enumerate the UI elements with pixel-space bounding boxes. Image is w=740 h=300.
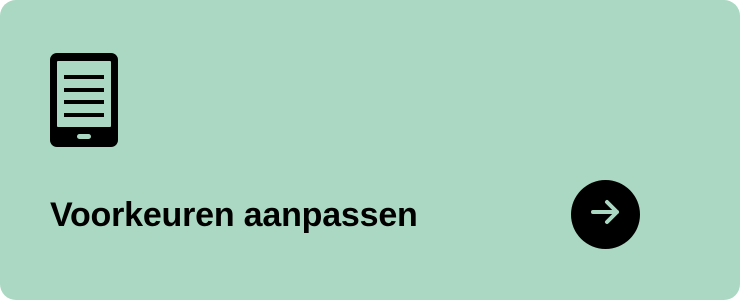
arrow-button[interactable]	[571, 180, 640, 249]
arrow-right-icon	[589, 195, 623, 234]
preferences-card[interactable]: Voorkeuren aanpassen	[0, 0, 740, 300]
tablet-icon	[50, 53, 118, 147]
card-title: Voorkeuren aanpassen	[50, 196, 418, 234]
